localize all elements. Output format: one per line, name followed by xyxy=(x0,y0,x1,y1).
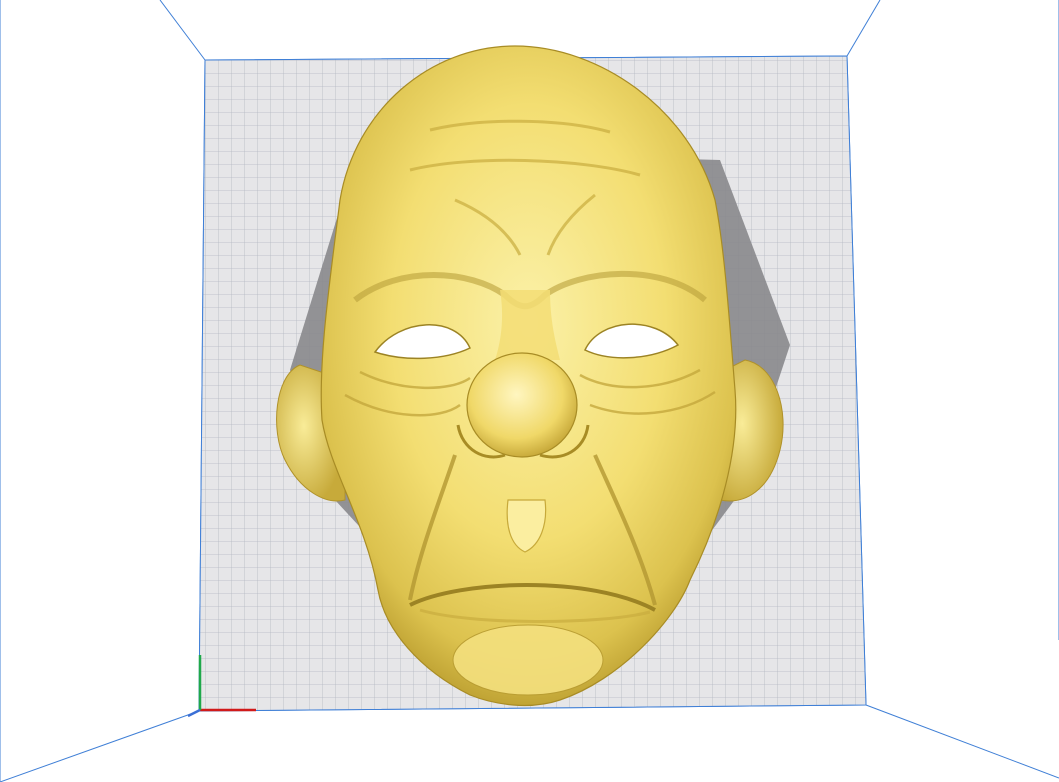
nose-tip xyxy=(466,352,578,458)
viewport-scene[interactable] xyxy=(0,0,1059,782)
z-axis-line xyxy=(187,708,201,718)
3d-viewport[interactable] xyxy=(0,0,1059,782)
chin xyxy=(452,624,604,696)
